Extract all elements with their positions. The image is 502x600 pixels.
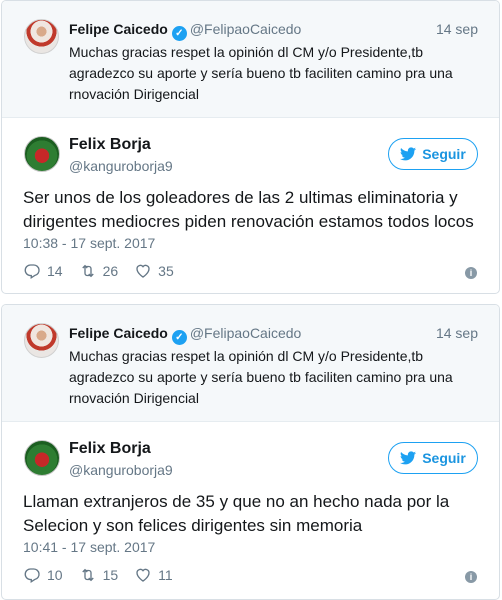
avatar[interactable] <box>24 136 60 172</box>
heart-icon <box>136 568 150 582</box>
twitter-bird-icon <box>400 451 417 465</box>
tweet-stack: Felipe Caicedo ✓ @FelipaoCaicedo 14 sep Mu… <box>0 0 502 600</box>
tweet-text: Ser unos de los goleadores de las 2 ulti… <box>23 188 474 231</box>
author-name[interactable]: Felix Borja <box>69 440 151 458</box>
quoted-author-handle[interactable]: @FelipaoCaicedo <box>190 21 302 37</box>
follow-button[interactable]: Seguir <box>388 442 478 474</box>
retweet-action[interactable]: 15 <box>79 566 119 584</box>
reply-action[interactable]: 10 <box>23 566 63 584</box>
quoted-header: Felipe Caicedo ✓ @FelipaoCaicedo <box>69 325 301 345</box>
follow-button[interactable]: Seguir <box>388 138 478 170</box>
reply-action[interactable]: 14 <box>23 262 63 280</box>
info-icon[interactable]: i <box>465 267 477 279</box>
tweet-timestamp[interactable]: 10:41 - 17 sept. 2017 <box>23 539 155 555</box>
tweet-card: Felipe Caicedo ✓ @FelipaoCaicedo 14 sep Mu… <box>1 304 500 600</box>
reply-count: 14 <box>47 263 63 279</box>
author-name[interactable]: Felix Borja <box>69 136 151 154</box>
avatar[interactable] <box>24 440 60 476</box>
tweet-actions: 14 26 35 <box>23 262 174 280</box>
retweet-icon <box>81 568 94 582</box>
retweet-action[interactable]: 26 <box>79 262 119 280</box>
author-handle[interactable]: @kanguroborja9 <box>69 462 173 478</box>
retweet-count: 15 <box>102 567 119 583</box>
main-tweet: Felix Borja @kanguroborja9 Seguir Llaman… <box>2 422 499 598</box>
quoted-author-name[interactable]: Felipe Caicedo <box>69 325 168 341</box>
quoted-text: Muchas gracias respet la opinión dl CM y… <box>69 348 453 406</box>
avatar[interactable] <box>24 323 59 358</box>
tweet-card: Felipe Caicedo ✓ @FelipaoCaicedo 14 sep Mu… <box>1 0 500 294</box>
retweet-count: 26 <box>102 263 119 279</box>
tweet-timestamp[interactable]: 10:38 - 17 sept. 2017 <box>23 235 155 251</box>
follow-label: Seguir <box>422 450 466 466</box>
twitter-bird-icon <box>400 147 417 161</box>
quoted-author-handle[interactable]: @FelipaoCaicedo <box>190 325 302 341</box>
retweet-icon <box>81 264 94 278</box>
info-icon[interactable]: i <box>465 571 477 583</box>
quoted-author-name[interactable]: Felipe Caicedo <box>69 21 168 37</box>
verified-badge-icon: ✓ <box>171 330 187 345</box>
like-action[interactable]: 35 <box>134 262 174 280</box>
author-handle[interactable]: @kanguroborja9 <box>69 158 173 174</box>
reply-icon <box>24 568 40 583</box>
follow-label: Seguir <box>422 146 466 162</box>
heart-icon <box>136 264 150 278</box>
quoted-text: Muchas gracias respet la opinión dl CM y… <box>69 44 453 102</box>
avatar[interactable] <box>24 19 59 54</box>
like-count: 11 <box>158 567 173 583</box>
like-count: 35 <box>158 263 174 279</box>
reply-icon <box>24 264 40 279</box>
reply-count: 10 <box>47 567 63 583</box>
verified-badge-icon: ✓ <box>171 26 187 41</box>
tweet-text: Llaman extranjeros de 35 y que no an hec… <box>23 492 450 535</box>
main-tweet: Felix Borja @kanguroborja9 Seguir Ser un… <box>2 118 499 293</box>
quoted-header: Felipe Caicedo ✓ @FelipaoCaicedo <box>69 21 301 41</box>
quoted-date[interactable]: 14 sep <box>436 21 478 37</box>
like-action[interactable]: 11 <box>134 566 173 584</box>
tweet-actions: 10 15 11 <box>23 566 173 584</box>
quoted-date[interactable]: 14 sep <box>436 325 478 341</box>
quoted-tweet[interactable]: Felipe Caicedo ✓ @FelipaoCaicedo 14 sep Mu… <box>2 1 499 118</box>
quoted-tweet[interactable]: Felipe Caicedo ✓ @FelipaoCaicedo 14 sep Mu… <box>2 305 499 422</box>
